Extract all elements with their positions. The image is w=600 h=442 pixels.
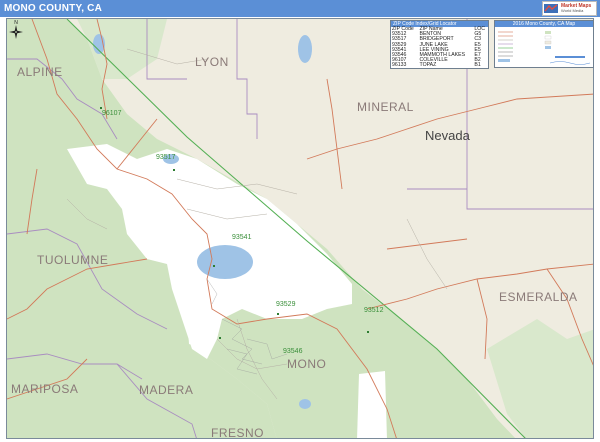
- map-legend: 2016 Mono County, CA Map: [494, 20, 594, 68]
- private-land-south: [187, 314, 207, 349]
- zip-label-93546: 93546: [283, 348, 303, 355]
- crowley-lake: [299, 399, 311, 409]
- zip-name: TOPAZ: [419, 62, 437, 69]
- mono-lake: [197, 245, 253, 279]
- zip-label-93517: 93517: [156, 154, 176, 161]
- map-canvas[interactable]: ALPINE LYON MINERAL TUOLUMNE ESMERALDA M…: [6, 18, 594, 439]
- county-label-alpine: ALPINE: [17, 65, 63, 79]
- county-label-tuolumne: TUOLUMNE: [37, 253, 109, 267]
- logo-mark-icon: [544, 4, 558, 13]
- zip-loc: B1: [474, 62, 481, 69]
- zip-code-legend: ZIP Code Index/Grid Locator ZIP Code ZIP…: [390, 20, 489, 69]
- county-label-mineral: MINERAL: [357, 100, 414, 114]
- zip-label-96107: 96107: [102, 110, 122, 117]
- zip-code: 96133: [392, 62, 407, 69]
- zip-legend-row: 96133 TOPAZ B1: [391, 63, 488, 68]
- publisher-logo: Market Maps World Media: [542, 1, 597, 16]
- state-label-nevada: Nevada: [425, 128, 470, 143]
- logo-sub: World Media: [561, 8, 584, 13]
- map-legend-symbols: [498, 31, 591, 65]
- private-land-benton: [357, 371, 387, 438]
- zip-label-93512: 93512: [364, 307, 384, 314]
- walker-lake: [298, 35, 312, 63]
- zip-legend-table: ZIP Code ZIP Name LOC 93512 BENTON G5 93…: [391, 26, 488, 69]
- zip-label-93529: 93529: [276, 301, 296, 308]
- county-label-lyon: LYON: [195, 55, 229, 69]
- county-label-esmeralda: ESMERALDA: [499, 290, 578, 304]
- zip-label-93541: 93541: [232, 234, 252, 241]
- county-label-madera: MADERA: [139, 383, 194, 397]
- compass-rose-icon: N: [9, 20, 23, 39]
- county-label-mariposa: MARIPOSA: [11, 382, 79, 396]
- county-label-fresno: FRESNO: [211, 426, 265, 439]
- map-title: MONO COUNTY, CA: [0, 0, 600, 17]
- svg-text:N: N: [14, 20, 18, 26]
- county-label-mono: MONO: [287, 357, 327, 371]
- map-graphic: [7, 19, 593, 438]
